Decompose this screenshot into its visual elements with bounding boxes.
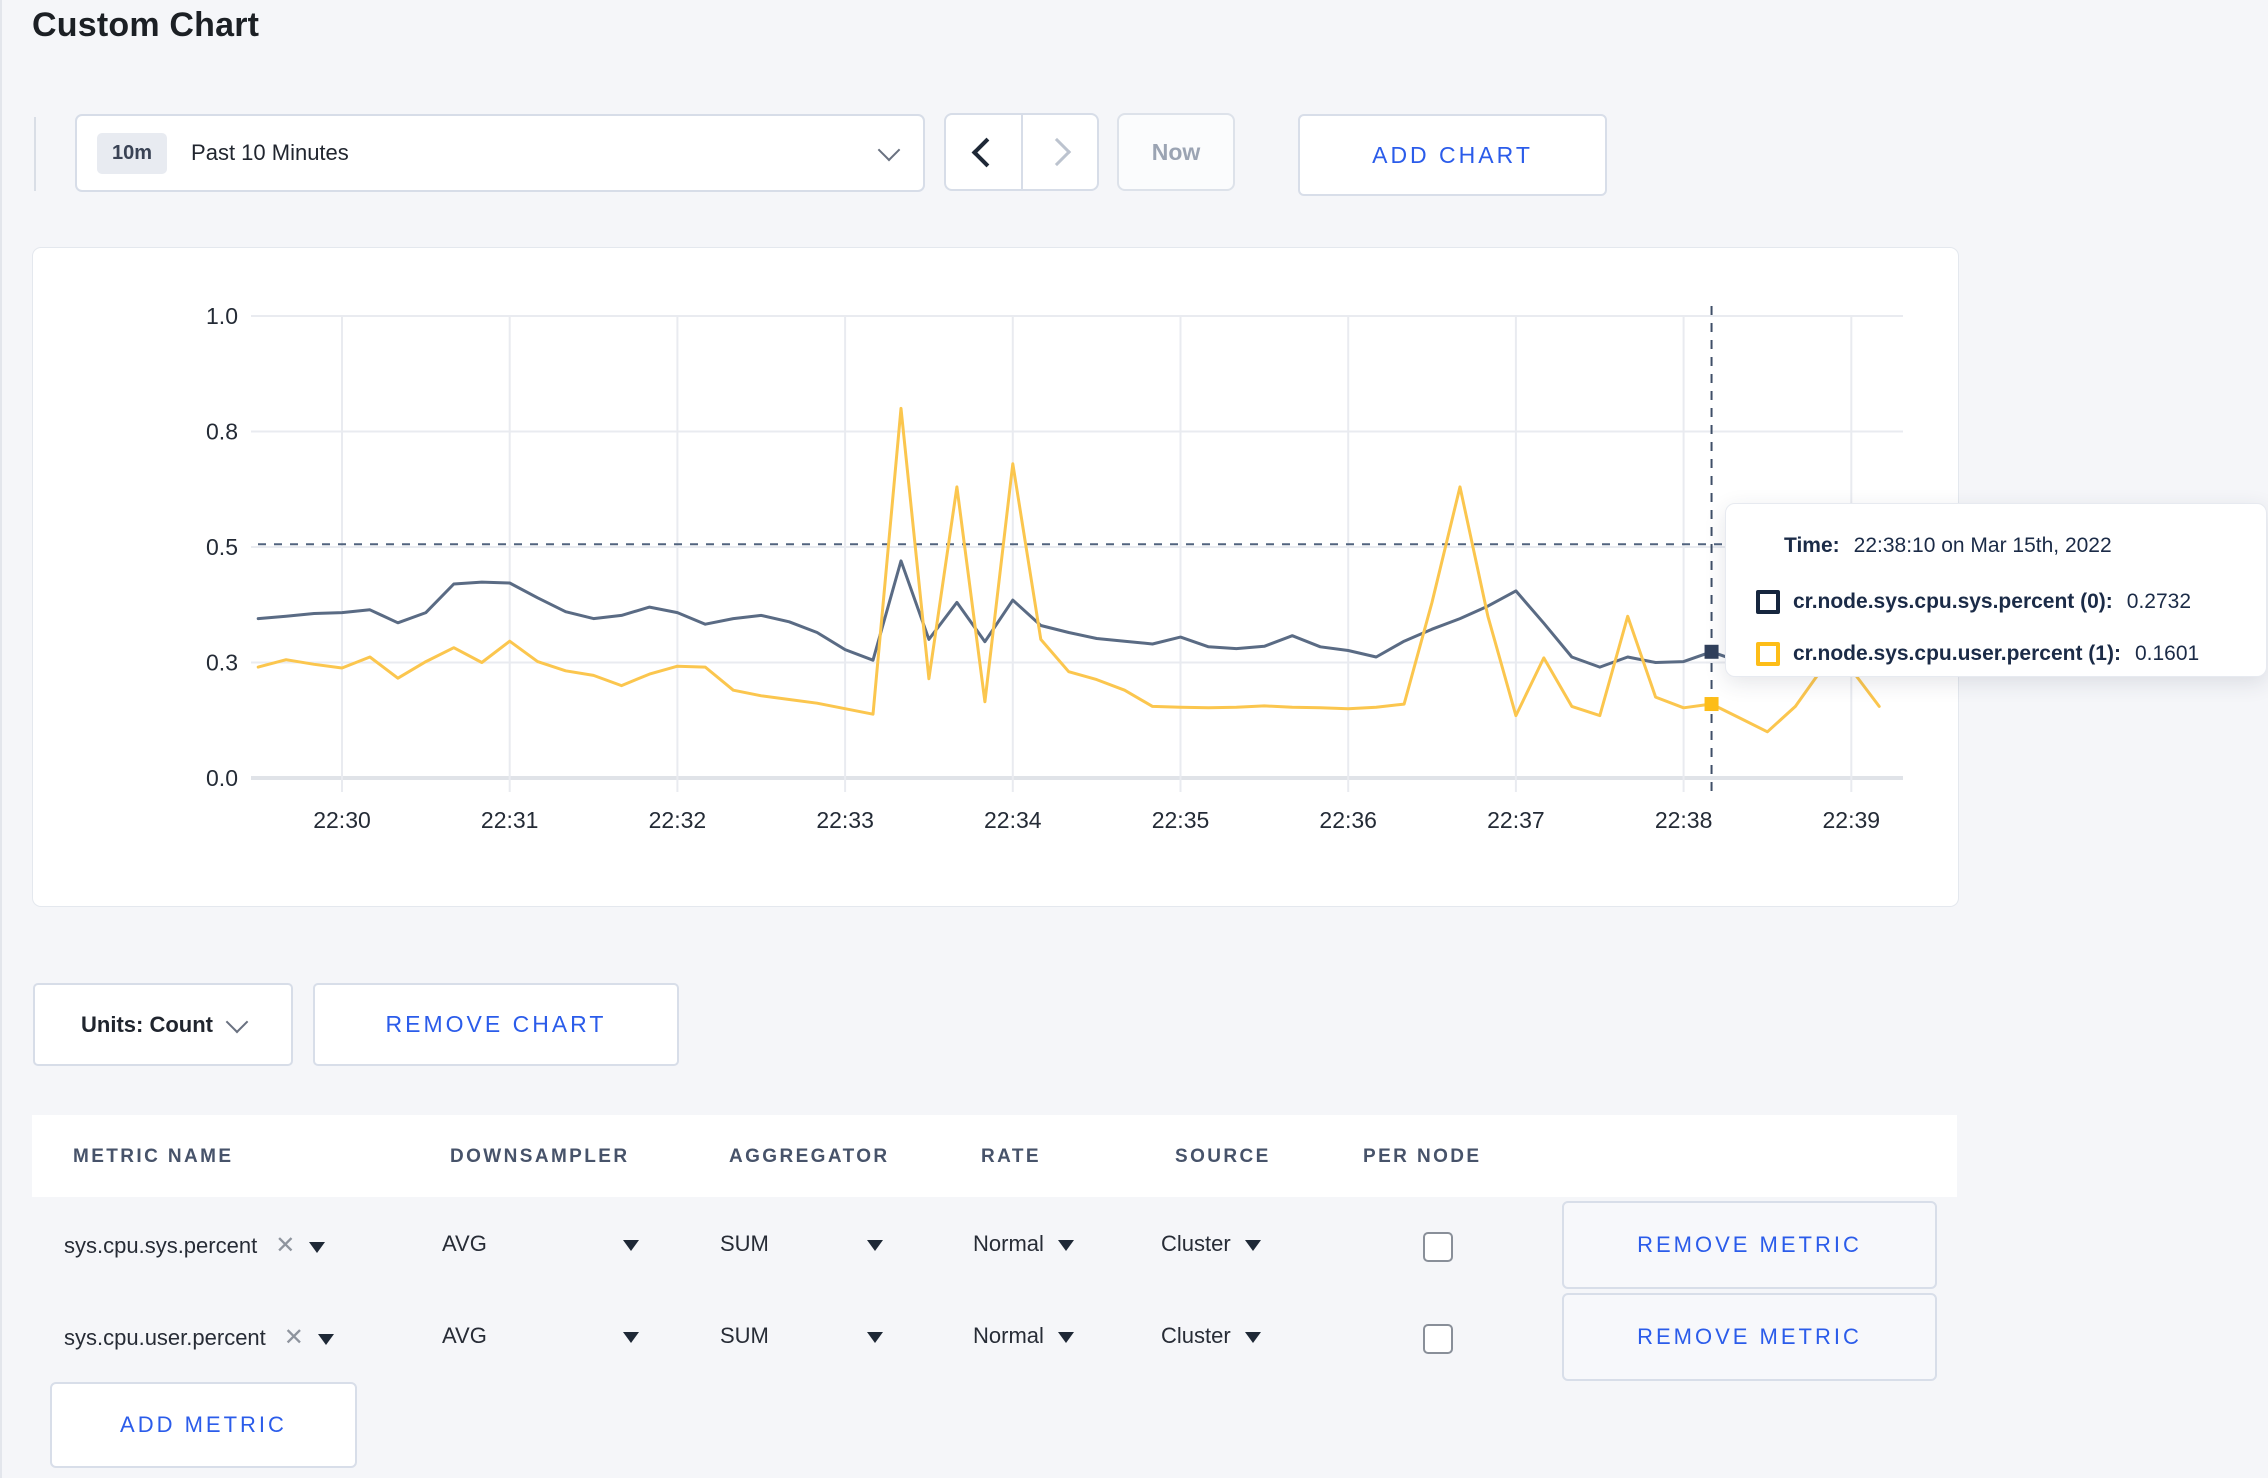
rate-value: Normal (973, 1323, 1044, 1348)
chevron-down-icon (225, 1010, 249, 1033)
downsampler-select[interactable]: AVG (442, 1231, 639, 1257)
hover-point-marker (1704, 644, 1719, 659)
aggregator-select[interactable]: SUM (720, 1231, 883, 1257)
chart-card: 1.0 0.8 0.5 0.3 0.0 22:30 22:31 22:32 22:33 22:34… (32, 247, 1959, 907)
units-dropdown[interactable]: Units: Count (33, 983, 293, 1066)
y-axis-tick-label: 0.8 (206, 419, 238, 445)
dropdown-arrow-icon (866, 1331, 883, 1343)
rate-value: Normal (973, 1231, 1044, 1256)
page-title: Custom Chart (32, 6, 260, 44)
x-axis-tick-label: 22:36 (1319, 807, 1377, 833)
remove-metric-button[interactable]: REMOVE METRIC (1562, 1293, 1937, 1381)
tooltip-time-row: Time: 22:38:10 on Mar 15th, 2022 (1784, 534, 2112, 558)
dropdown-arrow-icon (866, 1239, 883, 1251)
dropdown-arrow-icon (1057, 1331, 1074, 1343)
tooltip-time-value: 22:38:10 on Mar 15th, 2022 (1853, 534, 2112, 557)
per-node-checkbox[interactable] (1423, 1232, 1453, 1262)
downsampler-value: AVG (442, 1231, 487, 1256)
downsampler-select[interactable]: AVG (442, 1323, 639, 1349)
units-label: Units: Count (81, 1011, 213, 1037)
col-header-metric-name: METRIC NAME (73, 1146, 234, 1167)
add-chart-button[interactable]: ADD CHART (1298, 114, 1607, 196)
next-time-button[interactable] (1023, 115, 1098, 189)
per-node-checkbox[interactable] (1423, 1324, 1453, 1354)
prev-time-button[interactable] (946, 115, 1023, 189)
custom-chart-page: Custom Chart 10m Past 10 Minutes Now ADD… (0, 0, 2268, 1478)
user-percent-line (256, 406, 1881, 734)
chart-tooltip: Time: 22:38:10 on Mar 15th, 2022 cr.node… (1725, 503, 2267, 677)
tooltip-time-label: Time: (1784, 534, 1840, 557)
x-axis-tick-label: 22:33 (816, 807, 874, 833)
x-axis-tick-label: 22:34 (984, 807, 1042, 833)
metric-name-select[interactable]: sys.cpu.sys.percent ✕ (64, 1231, 326, 1260)
source-value: Cluster (1161, 1323, 1231, 1348)
time-range-dropdown[interactable]: 10m Past 10 Minutes (75, 114, 925, 192)
sys-percent-line (256, 559, 1881, 669)
col-header-source: SOURCE (1175, 1146, 1271, 1167)
x-axis-tick-label: 22:31 (481, 807, 539, 833)
source-value: Cluster (1161, 1231, 1231, 1256)
aggregator-value: SUM (720, 1231, 769, 1256)
tooltip-series-value: 0.1601 (2134, 642, 2200, 665)
y-axis-tick-label: 0.5 (206, 534, 238, 560)
time-range-label: Past 10 Minutes (191, 140, 349, 165)
rate-select[interactable]: Normal (973, 1323, 1074, 1349)
add-metric-button[interactable]: ADD METRIC (50, 1382, 357, 1468)
rate-select[interactable]: Normal (973, 1231, 1074, 1257)
remove-metric-button[interactable]: REMOVE METRIC (1562, 1201, 1937, 1289)
clear-metric-icon[interactable]: ✕ (284, 1324, 304, 1351)
source-select[interactable]: Cluster (1161, 1231, 1261, 1257)
chevron-down-icon (877, 138, 901, 162)
tooltip-series-row: cr.node.sys.cpu.user.percent (1): 0.1601 (1756, 642, 2199, 666)
source-select[interactable]: Cluster (1161, 1323, 1261, 1349)
x-axis-tick-label: 22:32 (649, 807, 707, 833)
metric-name-value: sys.cpu.sys.percent (64, 1233, 258, 1258)
dropdown-arrow-icon (1244, 1239, 1261, 1251)
col-header-downsampler: DOWNSAMPLER (450, 1146, 630, 1167)
time-pager (944, 113, 1099, 191)
hover-point-marker (1704, 697, 1719, 712)
tooltip-series-row: cr.node.sys.cpu.sys.percent (0): 0.2732 (1756, 590, 2191, 614)
x-axis-tick-label: 22:38 (1655, 807, 1713, 833)
x-axis-tick-label: 22:30 (313, 807, 371, 833)
metric-name-value: sys.cpu.user.percent (64, 1325, 266, 1350)
dropdown-arrow-icon (1244, 1331, 1261, 1343)
x-axis-tick-label: 22:35 (1152, 807, 1210, 833)
tooltip-series-label: cr.node.sys.cpu.sys.percent (0): (1793, 590, 2113, 613)
now-button[interactable]: Now (1117, 113, 1235, 191)
downsampler-value: AVG (442, 1323, 487, 1348)
dropdown-arrow-icon (1057, 1239, 1074, 1251)
aggregator-select[interactable]: SUM (720, 1323, 883, 1349)
tooltip-series-label: cr.node.sys.cpu.user.percent (1): (1793, 642, 2121, 665)
dropdown-arrow-icon (622, 1331, 639, 1343)
user-series-swatch-icon (1756, 642, 1780, 666)
col-header-rate: RATE (981, 1146, 1041, 1167)
dropdown-arrow-icon (317, 1333, 334, 1345)
aggregator-value: SUM (720, 1323, 769, 1348)
clear-metric-icon[interactable]: ✕ (275, 1232, 295, 1259)
col-header-aggregator: AGGREGATOR (729, 1146, 890, 1167)
chevron-right-icon (1042, 137, 1071, 167)
col-header-per-node: PER NODE (1363, 1146, 1482, 1167)
metric-name-select[interactable]: sys.cpu.user.percent ✕ (64, 1323, 334, 1352)
y-axis-tick-label: 0.3 (206, 650, 238, 676)
x-axis-tick-label: 22:39 (1823, 807, 1881, 833)
toolbar-left-divider (34, 117, 36, 191)
dropdown-arrow-icon (309, 1241, 326, 1253)
remove-chart-button[interactable]: REMOVE CHART (313, 983, 679, 1066)
line-chart[interactable]: 1.0 0.8 0.5 0.3 0.0 22:30 22:31 22:32 22:33 22:34… (33, 248, 1958, 906)
chevron-left-icon (971, 137, 1002, 167)
dropdown-arrow-icon (622, 1239, 639, 1251)
tooltip-series-value: 0.2732 (2126, 590, 2192, 613)
x-axis-tick-label: 22:37 (1487, 807, 1545, 833)
y-axis-tick-label: 1.0 (206, 303, 238, 329)
time-range-badge: 10m (97, 132, 168, 174)
sys-series-swatch-icon (1756, 590, 1780, 614)
y-axis-tick-label: 0.0 (206, 765, 238, 791)
